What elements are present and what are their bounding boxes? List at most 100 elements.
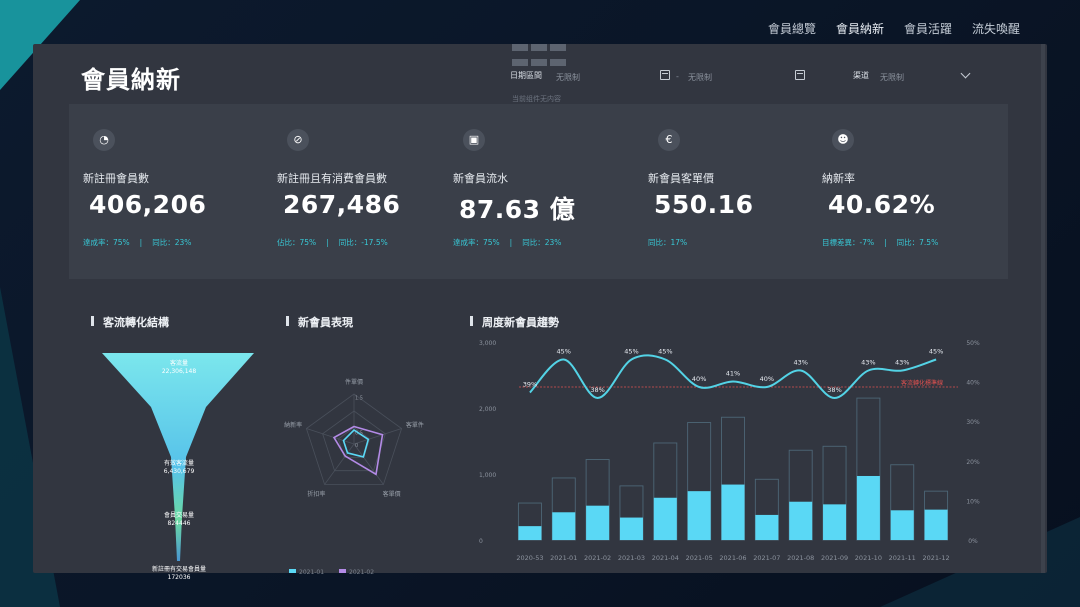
tab-acquisition[interactable]: 會員納新 — [825, 14, 894, 47]
currency-icon: € — [658, 129, 680, 151]
x-tick: 2021-09 — [821, 554, 848, 562]
trend-section-title: 周度新會員趨勢 — [470, 314, 559, 330]
line-data-label: 45% — [557, 348, 571, 356]
calendar-icon[interactable] — [660, 70, 670, 80]
kpi-new-members: ◔ 新註冊會員數 406,206 達成率：75% | 同比：23% — [83, 104, 263, 279]
funnel-stage-label: 客流量 — [170, 359, 188, 367]
kpi-value: 550.16 — [654, 190, 754, 219]
kpi-strip: ◔ 新註冊會員數 406,206 達成率：75% | 同比：23% ⊘ 新註冊且有消… — [69, 104, 1008, 279]
kpi-sub: 目標差異：-7% | 同比：7.5% — [822, 238, 939, 247]
chevron-down-icon[interactable] — [960, 68, 971, 79]
radar-legend-label: 2021-02 — [349, 569, 374, 576]
kpi-label: 新註冊會員數 — [83, 172, 149, 185]
kpi-sub: 同比：17% — [648, 238, 688, 247]
bar-filled — [721, 484, 745, 540]
line-data-label: 38% — [590, 386, 604, 394]
bar-filled — [687, 491, 711, 540]
y-right-tick: 50% — [966, 340, 980, 347]
page-title: 會員納新 — [81, 66, 181, 94]
kpi-value: 267,486 — [283, 190, 401, 219]
users-icon: ☻ — [832, 129, 854, 151]
date-range-value[interactable]: 无限制 — [556, 72, 580, 83]
target-line-label: 客流轉化標準線 — [901, 379, 943, 387]
bar-filled — [924, 509, 948, 540]
kpi-sub: 達成率：75% | 同比：23% — [453, 238, 562, 247]
kpi-label: 納新率 — [822, 172, 855, 185]
date2-value[interactable]: 无限制 — [688, 72, 712, 83]
funnel-shape — [102, 353, 254, 561]
line-data-label: 43% — [861, 359, 875, 367]
radar-axis-label: 客單件 — [406, 421, 424, 429]
kpi-revenue: ▣ 新會員流水 87.63 億 達成率：75% | 同比：23% — [453, 104, 633, 279]
y-right-tick: 10% — [966, 498, 980, 505]
link-circle-icon: ⊘ — [287, 129, 309, 151]
line-data-label: 39% — [523, 381, 537, 389]
kpi-sub: 達成率：75% | 同比：23% — [83, 238, 192, 247]
bar-filled — [586, 505, 610, 540]
tab-active[interactable]: 會員活躍 — [894, 14, 962, 47]
tab-overview[interactable]: 會員總覽 — [758, 14, 826, 47]
weekly-trend-chart: 3,000 2,000 1,000 0 50% 40% 30% 20% 10% 0% 2020-53… — [479, 340, 980, 562]
line-data-label: 38% — [827, 386, 841, 394]
chart-circle-icon: ◔ — [93, 129, 115, 151]
bar-filled — [823, 504, 847, 540]
scrollbar[interactable] — [1041, 44, 1045, 573]
bar-filled — [755, 514, 779, 540]
kpi-label: 新會員客單價 — [648, 172, 714, 185]
x-tick: 2021-10 — [855, 554, 882, 562]
line-data-label: 45% — [658, 348, 672, 356]
date-range-label: 日期區間 — [510, 71, 542, 80]
x-tick: 2021-03 — [618, 554, 645, 562]
dashboard-panel: 會員納新 日期區間 无限制 当前组件无内容 - 无限制 渠道 无限制 ◔ 新註冊… — [33, 44, 1047, 581]
x-tick: 2021-11 — [889, 554, 916, 562]
bar-filled — [619, 517, 643, 540]
line-data-label: 41% — [726, 370, 740, 378]
funnel-chart: 客流量22,306,148 有效客流量6,430,679 會員交易量824446 新註… — [102, 353, 254, 581]
kpi-value: 40.62% — [828, 190, 936, 219]
line-data-label: 45% — [624, 348, 638, 356]
funnel-stage-value: 22,306,148 — [162, 368, 197, 375]
y-right-tick: 20% — [966, 459, 980, 466]
bar-filled — [856, 475, 880, 540]
y-left-tick: 3,000 — [479, 340, 496, 347]
kpi-sub: 佔比：75% | 同比：-17.5% — [277, 238, 388, 247]
tab-churn[interactable]: 流失喚醒 — [962, 14, 1030, 47]
x-tick: 2021-06 — [719, 554, 746, 562]
kpi-label: 新註冊且有消費會員數 — [277, 172, 387, 185]
radar-axis-label: 納新率 — [284, 421, 302, 429]
radar-ring-label: 1.5 — [355, 396, 363, 402]
line-data-label: 43% — [793, 359, 807, 367]
bar-filled — [518, 526, 542, 540]
bar-filled — [552, 512, 576, 540]
radar-ring-label: 0 — [355, 443, 358, 449]
funnel-stage-label: 會員交易量 — [164, 511, 194, 519]
funnel-stage-label: 新註冊有交易會員量 — [152, 565, 206, 573]
kpi-acquisition-rate: ☻ 納新率 40.62% 目標差異：-7% | 同比：7.5% — [822, 104, 1002, 279]
calendar-icon[interactable] — [795, 70, 805, 80]
x-tick: 2021-02 — [584, 554, 611, 562]
y-left-tick: 1,000 — [479, 472, 496, 479]
grid-placeholder-icon — [512, 44, 568, 70]
x-tick: 2021-07 — [753, 554, 780, 562]
channel-value[interactable]: 无限制 — [880, 72, 904, 83]
x-tick: 2021-01 — [550, 554, 577, 562]
wallet-icon: ▣ — [463, 129, 485, 151]
radar-legend-swatch — [289, 569, 296, 573]
kpi-value: 406,206 — [89, 190, 207, 219]
y-left-tick: 0 — [479, 538, 483, 545]
radar-spoke — [324, 443, 355, 485]
bar-filled — [789, 501, 813, 540]
kpi-value: 87.63 億 — [459, 195, 576, 224]
y-right-tick: 40% — [966, 380, 980, 387]
y-right-tick: 30% — [966, 419, 980, 426]
funnel-section-title: 客流轉化結構 — [91, 314, 169, 330]
y-left-tick: 2,000 — [479, 406, 496, 413]
radar-legend-swatch — [339, 569, 346, 573]
line-data-label: 43% — [895, 359, 909, 367]
x-tick: 2021-08 — [787, 554, 814, 562]
date-range-hint: 当前组件无内容 — [512, 95, 561, 103]
radar-axis-label: 客單價 — [383, 490, 401, 498]
top-nav: 會員總覽 會員納新 會員活躍 流失喚醒 — [758, 14, 1030, 47]
bar-filled — [653, 497, 677, 540]
line-data-label: 45% — [929, 348, 943, 356]
